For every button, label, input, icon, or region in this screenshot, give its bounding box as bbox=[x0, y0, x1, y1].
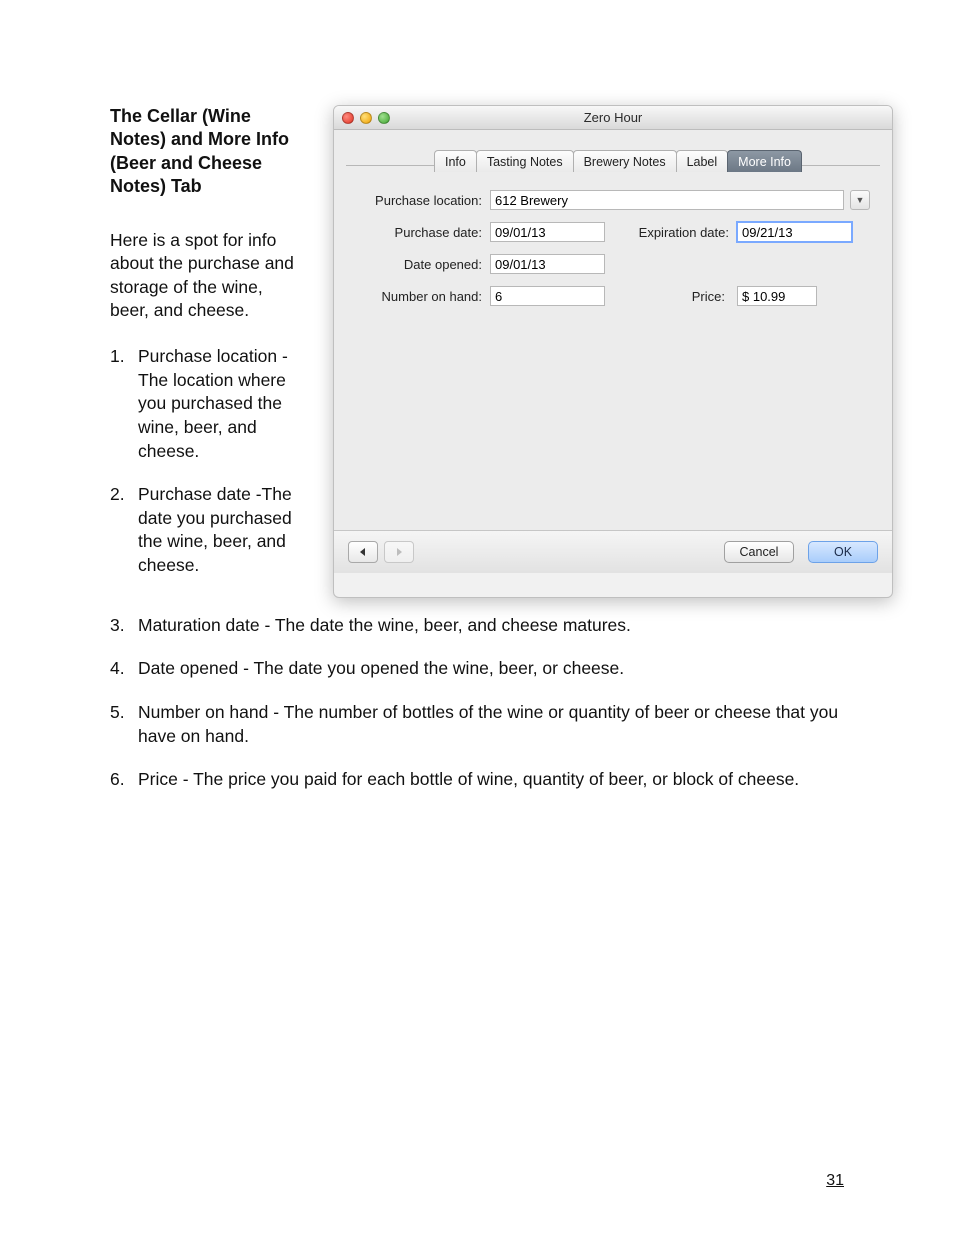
price-input[interactable] bbox=[737, 286, 817, 306]
purchase-date-label: Purchase date: bbox=[354, 225, 484, 240]
page-number: 31 bbox=[826, 1172, 844, 1190]
expiration-date-label: Expiration date: bbox=[611, 225, 731, 240]
list-number: 2. bbox=[110, 483, 138, 578]
purchase-date-input[interactable] bbox=[490, 222, 605, 242]
tab-brewery-notes[interactable]: Brewery Notes bbox=[573, 150, 677, 172]
previous-record-button[interactable] bbox=[348, 541, 378, 563]
window-close-button[interactable] bbox=[342, 112, 354, 124]
window-zoom-button[interactable] bbox=[378, 112, 390, 124]
cancel-button[interactable]: Cancel bbox=[724, 541, 794, 563]
list-item: 1. Purchase location - The location wher… bbox=[110, 345, 295, 463]
tab-more-info[interactable]: More Info bbox=[727, 150, 802, 172]
list-number: 5. bbox=[110, 701, 138, 748]
app-window: Zero Hour Info Tasting Notes Brewery Not… bbox=[333, 105, 893, 598]
date-opened-input[interactable] bbox=[490, 254, 605, 274]
purchase-location-input[interactable] bbox=[490, 190, 844, 210]
list-item: 2. Purchase date -The date you purchased… bbox=[110, 483, 295, 578]
chevron-right-icon bbox=[394, 547, 404, 557]
window-titlebar[interactable]: Zero Hour bbox=[334, 106, 892, 130]
list-text: Purchase location - The location where y… bbox=[138, 345, 295, 463]
list-number: 1. bbox=[110, 345, 138, 463]
next-record-button[interactable] bbox=[384, 541, 414, 563]
window-minimize-button[interactable] bbox=[360, 112, 372, 124]
list-text: Price - The price you paid for each bott… bbox=[138, 768, 844, 792]
list-item: 6. Price - The price you paid for each b… bbox=[110, 768, 844, 792]
number-on-hand-input[interactable] bbox=[490, 286, 605, 306]
list-text: Maturation date - The date the wine, bee… bbox=[138, 614, 844, 638]
list-item: 3. Maturation date - The date the wine, … bbox=[110, 614, 844, 638]
purchase-location-label: Purchase location: bbox=[354, 193, 484, 208]
chevron-left-icon bbox=[358, 547, 368, 557]
section-heading: The Cellar (Wine Notes) and More Info (B… bbox=[110, 105, 295, 199]
list-text: Number on hand - The number of bottles o… bbox=[138, 701, 844, 748]
chevron-down-icon: ▼ bbox=[856, 195, 865, 205]
intro-paragraph: Here is a spot for info about the purcha… bbox=[110, 229, 295, 324]
window-title: Zero Hour bbox=[584, 110, 643, 125]
number-on-hand-label: Number on hand: bbox=[354, 289, 484, 304]
ok-button[interactable]: OK bbox=[808, 541, 878, 563]
list-item: 5. Number on hand - The number of bottle… bbox=[110, 701, 844, 748]
tab-info[interactable]: Info bbox=[434, 150, 477, 172]
list-number: 3. bbox=[110, 614, 138, 638]
list-number: 6. bbox=[110, 768, 138, 792]
tab-label[interactable]: Label bbox=[676, 150, 729, 172]
price-label: Price: bbox=[611, 289, 731, 304]
purchase-location-dropdown-button[interactable]: ▼ bbox=[850, 190, 870, 210]
list-number: 4. bbox=[110, 657, 138, 681]
tabstrip: Info Tasting Notes Brewery Notes Label M… bbox=[434, 150, 801, 172]
date-opened-label: Date opened: bbox=[354, 257, 484, 272]
expiration-date-input[interactable] bbox=[737, 222, 852, 242]
tab-tasting-notes[interactable]: Tasting Notes bbox=[476, 150, 574, 172]
list-text: Purchase date -The date you purchased th… bbox=[138, 483, 295, 578]
list-item: 4. Date opened - The date you opened the… bbox=[110, 657, 844, 681]
list-text: Date opened - The date you opened the wi… bbox=[138, 657, 844, 681]
